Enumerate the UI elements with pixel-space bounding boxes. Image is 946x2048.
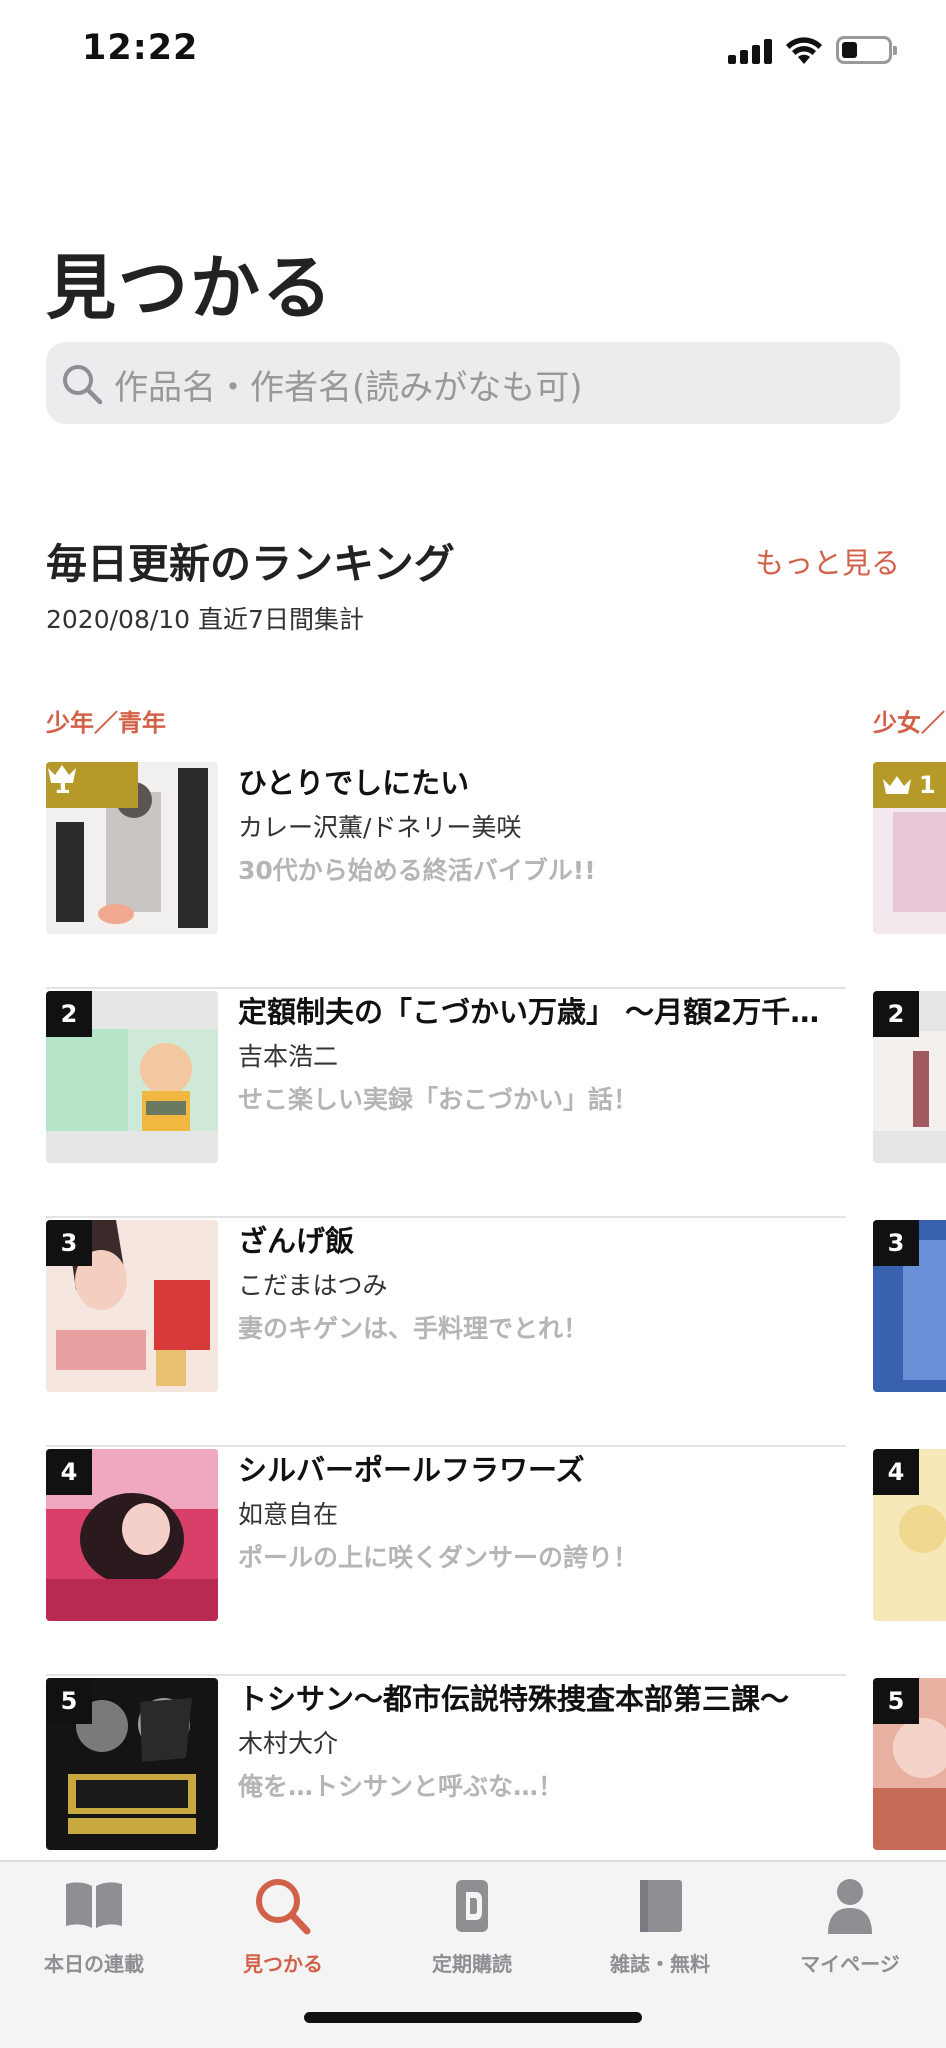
cover-thumbnail: 3 [873, 1220, 946, 1392]
wifi-icon [786, 37, 822, 64]
cellular-signal-icon [728, 38, 772, 64]
cover-thumbnail: 3 [46, 1220, 218, 1392]
search-icon [256, 1879, 311, 1935]
item-title: トシサン〜都市伝説特殊捜査本部第三課〜 [238, 1682, 790, 1716]
item-title: ひとりでしにたい [238, 766, 470, 800]
tab-label: 雑誌・無料 [610, 1952, 710, 1976]
cover-thumbnail: 1 [873, 762, 946, 934]
tab-discover[interactable]: 見つかる [203, 1876, 363, 1977]
item-author: こだまはつみ [238, 1271, 388, 1300]
battery-icon [836, 36, 897, 64]
status-time: 12:22 [82, 28, 199, 68]
item-description: 妻のキゲンは、手料理でとれ！ [238, 1314, 589, 1343]
cover-thumbnail: 1 [46, 762, 218, 934]
ranking-item[interactable]: 1 ひとりでしにたい カレー沢薫/ドネリー美咲 30代から始める終活バイブル!! [46, 760, 846, 989]
ranking-item[interactable]: 2 定額制夫の「こづかい万歳」 〜月額2万千… 吉本浩二 せこ楽しい実録「おこづ… [46, 989, 846, 1218]
rank-badge: 3 [873, 1220, 919, 1266]
tab-subscription[interactable]: 定期購読 [392, 1876, 552, 1977]
ranking-item[interactable]: 1 [873, 760, 946, 989]
tab-label: 定期購読 [432, 1952, 512, 1976]
rank-number: 1 [919, 771, 936, 799]
ranking-item[interactable]: 3 [873, 1218, 946, 1447]
status-bar: 12:22 [0, 0, 946, 104]
ranking-title: 毎日更新のランキング [46, 540, 455, 588]
item-title: シルバーポールフラワーズ [238, 1453, 585, 1487]
ranking-item[interactable]: 3 ざんげ飯 こだまはつみ 妻のキゲンは、手料理でとれ！ [46, 1218, 846, 1447]
book-open-icon [66, 1882, 122, 1928]
item-description: せこ楽しい実録「おこづかい」話！ [238, 1085, 639, 1114]
ranking-date: 2020/08/10 直近7日間集計 [46, 605, 364, 634]
search-input[interactable]: 作品名・作者名(読みがなも可) [46, 342, 900, 424]
ranking-list: 1 ひとりでしにたい カレー沢薫/ドネリー美咲 30代から始める終活バイブル!!… [46, 760, 846, 1905]
rank-badge: 2 [873, 991, 919, 1037]
home-indicator [304, 2012, 642, 2023]
search-placeholder: 作品名・作者名(読みがなも可) [114, 368, 583, 408]
ranking-item[interactable]: 4 シルバーポールフラワーズ 如意自在 ポールの上に咲くダンサーの誇り！ [46, 1447, 846, 1676]
battery-level [842, 42, 857, 58]
item-author: 木村大介 [238, 1729, 339, 1758]
item-description: ポールの上に咲くダンサーの誇り！ [238, 1543, 639, 1572]
search-icon [63, 365, 103, 405]
tab-today-series[interactable]: 本日の連載 [14, 1876, 174, 1977]
category-label-shojo: 少女／ [873, 709, 945, 737]
crown-icon [883, 776, 911, 794]
ranking-item[interactable]: 4 [873, 1447, 946, 1676]
item-description: 俺を…トシサンと呼ぶな…！ [238, 1772, 564, 1801]
rank-badge: 5 [46, 1678, 92, 1724]
cover-thumbnail: 5 [873, 1678, 946, 1850]
item-title: ざんげ飯 [238, 1224, 355, 1258]
item-author: 如意自在 [238, 1500, 339, 1529]
cover-thumbnail: 2 [46, 991, 218, 1163]
tab-label: 本日の連載 [44, 1952, 144, 1976]
magazine-icon [640, 1880, 682, 1932]
rank-badge: 1 [873, 762, 946, 808]
ranking-item[interactable]: 2 [873, 989, 946, 1218]
item-description: 30代から始める終活バイブル!! [238, 856, 596, 885]
cover-thumbnail: 5 [46, 1678, 218, 1850]
page-title: 見つかる [46, 247, 334, 329]
item-author: カレー沢薫/ドネリー美咲 [238, 813, 522, 842]
person-icon [828, 1879, 872, 1934]
cover-thumbnail: 4 [46, 1449, 218, 1621]
rank-badge: 3 [46, 1220, 92, 1266]
category-label-shonen: 少年／青年 [46, 709, 166, 737]
item-author: 吉本浩二 [238, 1042, 339, 1071]
cover-thumbnail: 4 [873, 1449, 946, 1621]
rank-badge: 4 [46, 1449, 92, 1495]
tab-magazine[interactable]: 雑誌・無料 [580, 1876, 740, 1977]
subscription-icon [456, 1880, 488, 1932]
ranking-list-shojo: 1 2 3 4 5 [873, 760, 946, 1905]
tab-label: マイページ [800, 1952, 900, 1976]
more-link[interactable]: もっと見る [755, 540, 900, 582]
rank-badge: 5 [873, 1678, 919, 1724]
item-title: 定額制夫の「こづかい万歳」 〜月額2万千… [238, 995, 820, 1029]
rank-badge: 1 [46, 762, 138, 808]
tab-mypage[interactable]: マイページ [770, 1876, 930, 1977]
crown-icon [48, 765, 76, 783]
cover-thumbnail: 2 [873, 991, 946, 1163]
rank-badge: 2 [46, 991, 92, 1037]
tab-label: 見つかる [243, 1952, 323, 1976]
rank-badge: 4 [873, 1449, 919, 1495]
